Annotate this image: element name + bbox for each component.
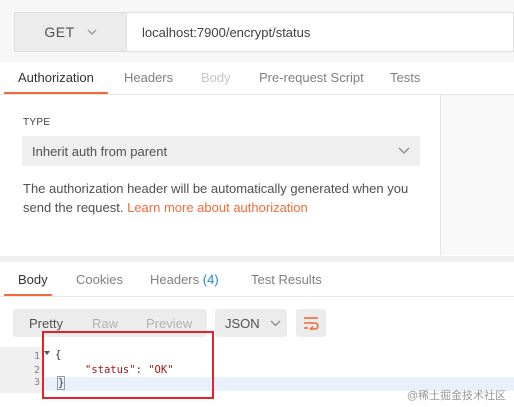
tab-pre-request-script[interactable]: Pre-request Script — [259, 70, 364, 85]
authorization-panel — [0, 95, 440, 255]
auth-description: The authorization header will be automat… — [23, 179, 423, 217]
tab-authorization[interactable]: Authorization — [18, 70, 94, 85]
highlight-annotation-box — [42, 331, 214, 399]
chevron-down-icon — [398, 147, 410, 154]
auth-type-select[interactable]: Inherit auth from parent — [22, 136, 420, 166]
line-number: 1 — [33, 351, 40, 362]
url-input[interactable]: localhost:7900/encrypt/status — [126, 12, 514, 52]
response-tabs: Body Cookies Headers (4) Test Results — [0, 262, 514, 297]
tab-response-body[interactable]: Body — [18, 272, 48, 287]
active-response-tab-indicator — [4, 294, 52, 296]
watermark: @稀土掘金技术社区 — [406, 390, 506, 402]
wrap-lines-button[interactable] — [296, 309, 326, 337]
view-raw-button[interactable]: Raw — [92, 316, 118, 331]
tab-tests[interactable]: Tests — [390, 70, 420, 85]
tab-headers[interactable]: Headers — [124, 70, 173, 85]
line-number-gutter: 1 2 3 — [0, 347, 44, 393]
method-label: GET — [44, 24, 75, 40]
chevron-down-icon — [87, 29, 97, 35]
headers-count-badge: (4) — [202, 272, 219, 287]
method-select[interactable]: GET — [14, 12, 126, 52]
active-tab-indicator — [4, 92, 108, 94]
url-text: localhost:7900/encrypt/status — [142, 24, 311, 40]
tab-test-results[interactable]: Test Results — [251, 272, 322, 287]
view-pretty-button[interactable]: Pretty — [29, 316, 63, 331]
auth-type-value: Inherit auth from parent — [32, 143, 168, 159]
request-tabs: Authorization Headers Body Pre-request S… — [0, 62, 514, 95]
format-value: JSON — [225, 315, 260, 331]
view-preview-button[interactable]: Preview — [146, 316, 192, 331]
learn-more-link[interactable]: Learn more about authorization — [127, 200, 308, 215]
line-number: 2 — [33, 365, 40, 376]
tab-cookies[interactable]: Cookies — [76, 272, 123, 287]
line-number: 3 — [33, 377, 40, 388]
tab-response-headers[interactable]: Headers (4) — [150, 272, 219, 287]
tab-response-headers-label: Headers — [150, 272, 200, 287]
chevron-down-icon — [270, 320, 281, 326]
type-label: TYPE — [23, 117, 51, 128]
tab-body[interactable]: Body — [201, 70, 231, 85]
format-select[interactable]: JSON — [215, 309, 287, 337]
auth-side-panel — [440, 95, 514, 255]
wrap-lines-icon — [304, 317, 319, 330]
